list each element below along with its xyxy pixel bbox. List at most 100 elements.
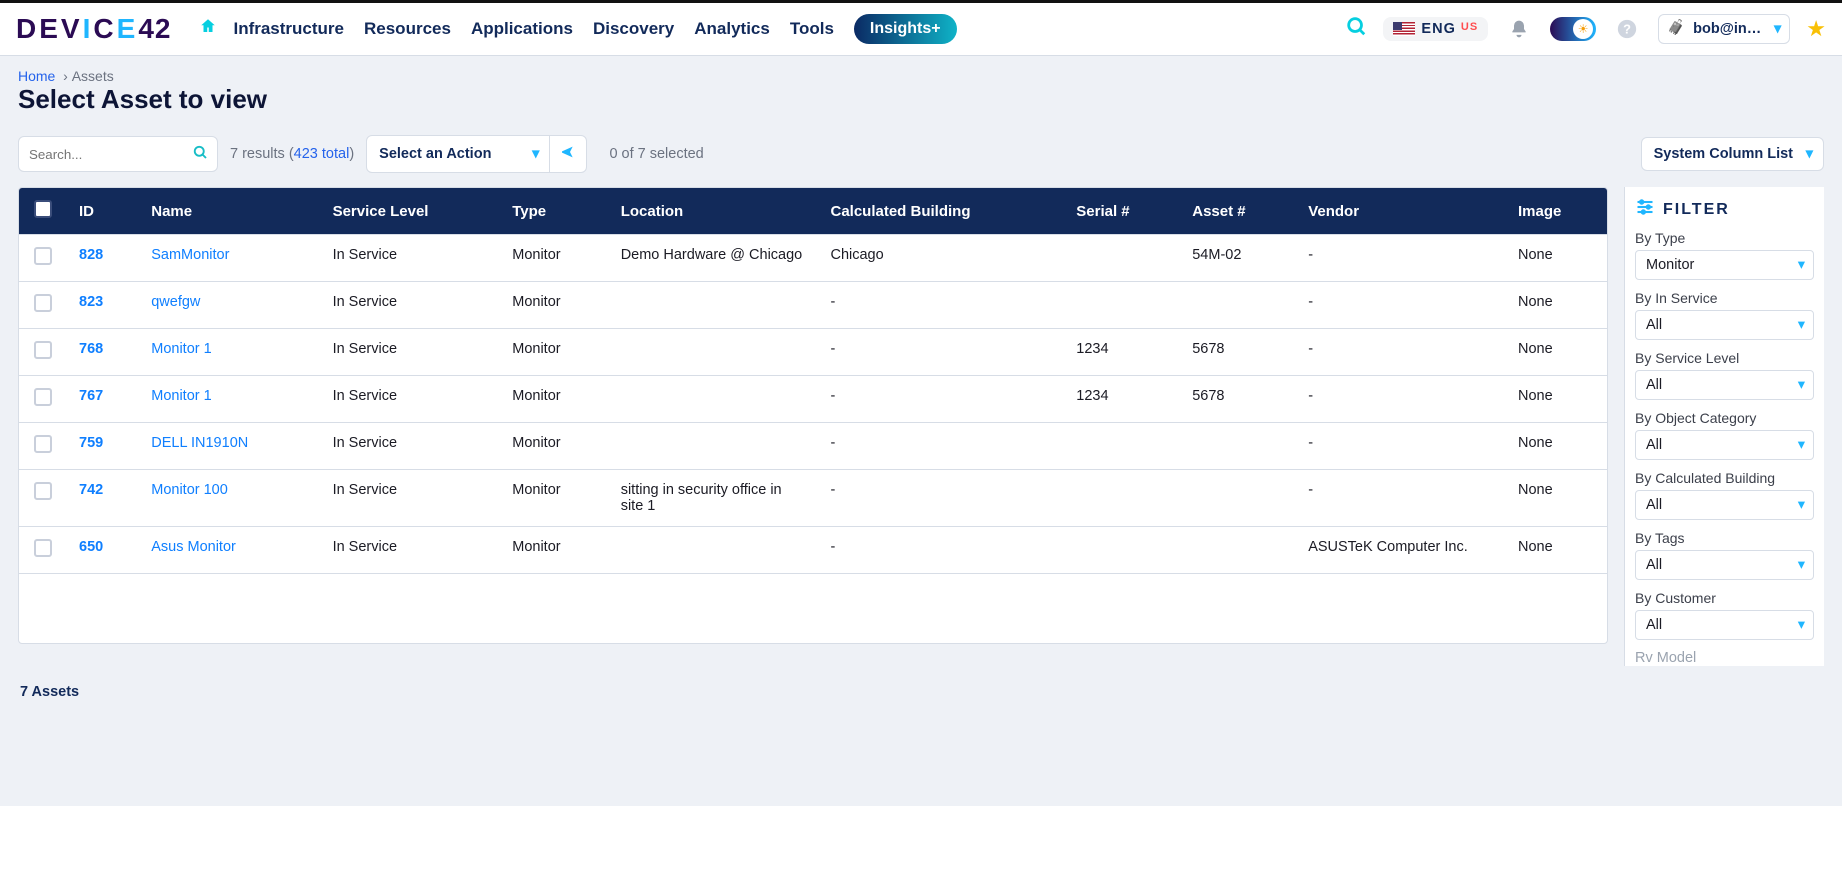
logo[interactable]: DEVICE42 <box>16 13 171 45</box>
search-icon[interactable] <box>191 143 209 165</box>
col-asset[interactable]: Asset # <box>1180 188 1296 235</box>
filter-select[interactable]: All <box>1635 310 1814 340</box>
asset-id-link[interactable]: 823 <box>79 294 103 310</box>
cell-type: Monitor <box>500 470 608 527</box>
filter-label: By Tags <box>1635 530 1814 546</box>
cell-vendor: - <box>1296 329 1506 376</box>
cell-asset <box>1180 470 1296 527</box>
cell-building: - <box>818 527 1064 574</box>
cell-type: Monitor <box>500 527 608 574</box>
col-service-level[interactable]: Service Level <box>321 188 501 235</box>
cell-serial <box>1064 470 1180 527</box>
row-checkbox[interactable] <box>34 341 52 359</box>
results-total-link[interactable]: 423 total <box>294 146 350 162</box>
lang-sub: US <box>1461 21 1478 33</box>
search-box[interactable] <box>18 136 218 172</box>
favorite-star-icon[interactable]: ★ <box>1806 16 1826 42</box>
help-icon[interactable]: ? <box>1612 14 1642 44</box>
cell-serial <box>1064 235 1180 282</box>
column-list-select[interactable]: System Column List <box>1641 137 1824 171</box>
col-image[interactable]: Image <box>1506 188 1607 235</box>
row-checkbox[interactable] <box>34 388 52 406</box>
nav-infrastructure[interactable]: Infrastructure <box>233 19 344 39</box>
topbar: DEVICE42 Infrastructure Resources Applic… <box>0 0 1842 56</box>
asset-name-link[interactable]: DELL IN1910N <box>151 435 248 451</box>
nav-resources[interactable]: Resources <box>364 19 451 39</box>
row-checkbox[interactable] <box>34 294 52 312</box>
breadcrumb-home[interactable]: Home <box>18 68 55 84</box>
filter-select[interactable]: All <box>1635 370 1814 400</box>
footer-count: 7 Assets <box>0 670 1842 714</box>
global-search-icon[interactable] <box>1345 15 1367 43</box>
cell-service: In Service <box>321 470 501 527</box>
cell-type: Monitor <box>500 423 608 470</box>
cell-vendor: - <box>1296 423 1506 470</box>
filter-select[interactable]: All <box>1635 430 1814 460</box>
search-input[interactable] <box>27 146 177 163</box>
asset-name-link[interactable]: Monitor 1 <box>151 388 211 404</box>
nav-analytics[interactable]: Analytics <box>694 19 770 39</box>
table-row: 742 Monitor 100 In Service Monitor sitti… <box>19 470 1607 527</box>
table-row: 650 Asus Monitor In Service Monitor - AS… <box>19 527 1607 574</box>
row-checkbox[interactable] <box>34 482 52 500</box>
action-select[interactable]: Select an Action <box>366 135 587 173</box>
cell-service: In Service <box>321 376 501 423</box>
cell-serial <box>1064 423 1180 470</box>
cell-service: In Service <box>321 282 501 329</box>
filter-select[interactable]: All <box>1635 610 1814 640</box>
asset-name-link[interactable]: Monitor 1 <box>151 341 211 357</box>
asset-id-link[interactable]: 768 <box>79 341 103 357</box>
filter-label: By Customer <box>1635 590 1814 606</box>
asset-id-link[interactable]: 767 <box>79 388 103 404</box>
col-id[interactable]: ID <box>67 188 139 235</box>
cell-serial: 1234 <box>1064 329 1180 376</box>
user-name: bob@in… <box>1693 21 1761 37</box>
col-vendor[interactable]: Vendor <box>1296 188 1506 235</box>
row-checkbox[interactable] <box>34 435 52 453</box>
page-title: Select Asset to view <box>0 84 1842 129</box>
nav-discovery[interactable]: Discovery <box>593 19 674 39</box>
cell-asset <box>1180 527 1296 574</box>
col-building[interactable]: Calculated Building <box>818 188 1064 235</box>
col-name[interactable]: Name <box>139 188 320 235</box>
lang-code: ENG <box>1421 21 1455 37</box>
row-checkbox[interactable] <box>34 539 52 557</box>
asset-id-link[interactable]: 742 <box>79 482 103 498</box>
cell-location <box>609 376 819 423</box>
asset-name-link[interactable]: SamMonitor <box>151 247 229 263</box>
col-serial[interactable]: Serial # <box>1064 188 1180 235</box>
assets-table: ID Name Service Level Type Location Calc… <box>18 187 1608 644</box>
filter-select[interactable]: All <box>1635 490 1814 520</box>
filter-title: FILTER <box>1663 201 1730 219</box>
theme-toggle[interactable] <box>1550 17 1596 41</box>
table-row: 823 qwefgw In Service Monitor - - None <box>19 282 1607 329</box>
nav-applications[interactable]: Applications <box>471 19 573 39</box>
bell-icon[interactable] <box>1504 14 1534 44</box>
cell-location: Demo Hardware @ Chicago <box>609 235 819 282</box>
asset-name-link[interactable]: qwefgw <box>151 294 200 310</box>
asset-id-link[interactable]: 828 <box>79 247 103 263</box>
row-checkbox[interactable] <box>34 247 52 265</box>
language-selector[interactable]: ENG US <box>1383 17 1488 41</box>
user-menu[interactable]: bob@in… <box>1658 14 1790 44</box>
action-go-button[interactable] <box>549 136 586 172</box>
select-all-checkbox[interactable] <box>34 200 52 218</box>
asset-id-link[interactable]: 650 <box>79 539 103 555</box>
filter-label: By In Service <box>1635 290 1814 306</box>
cell-vendor: - <box>1296 470 1506 527</box>
table-row: 768 Monitor 1 In Service Monitor - 1234 … <box>19 329 1607 376</box>
nav-tools[interactable]: Tools <box>790 19 834 39</box>
table-row: 828 SamMonitor In Service Monitor Demo H… <box>19 235 1607 282</box>
asset-name-link[interactable]: Asus Monitor <box>151 539 236 555</box>
col-location[interactable]: Location <box>609 188 819 235</box>
home-icon[interactable] <box>199 17 217 41</box>
filter-select[interactable]: All <box>1635 550 1814 580</box>
cell-serial <box>1064 527 1180 574</box>
cell-location: sitting in security office in site 1 <box>609 470 819 527</box>
filter-select[interactable]: Monitor <box>1635 250 1814 280</box>
insights-button[interactable]: Insights+ <box>854 14 957 44</box>
col-type[interactable]: Type <box>500 188 608 235</box>
asset-name-link[interactable]: Monitor 100 <box>151 482 228 498</box>
action-select-label[interactable]: Select an Action <box>367 138 549 170</box>
asset-id-link[interactable]: 759 <box>79 435 103 451</box>
